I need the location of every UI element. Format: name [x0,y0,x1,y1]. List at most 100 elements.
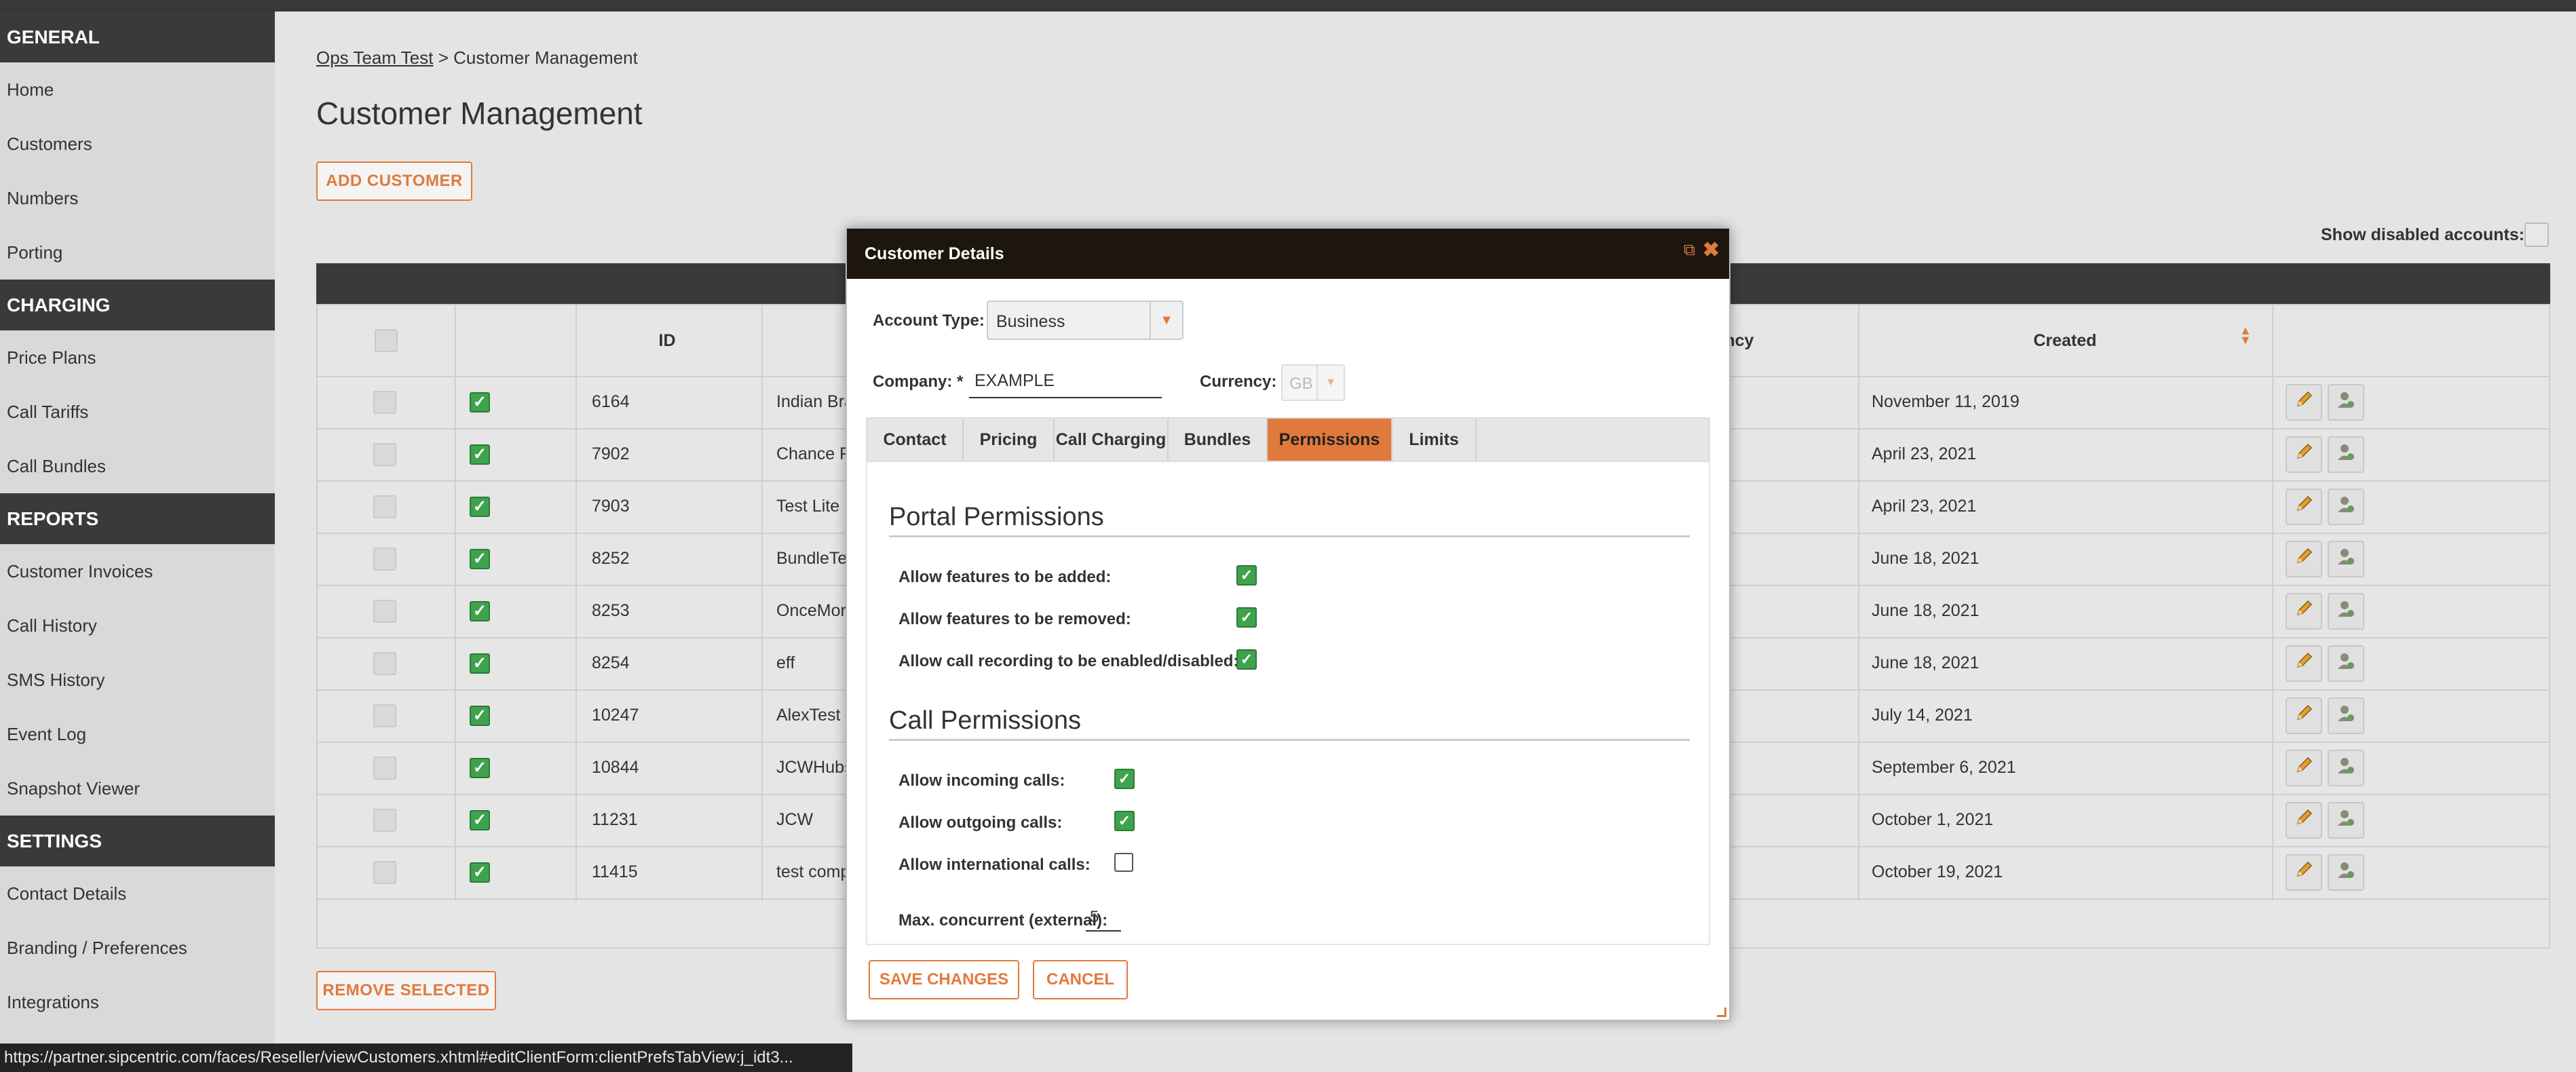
save-changes-button[interactable]: SAVE CHANGES [869,960,1019,999]
tab-bundles[interactable]: Bundles [1169,419,1268,461]
row-select-checkbox[interactable] [373,704,396,727]
user-icon [2336,703,2356,728]
breadcrumb-parent-link[interactable]: Ops Team Test [316,47,433,68]
edit-button[interactable] [2286,801,2322,839]
login-as-button[interactable] [2328,488,2364,525]
tab-limits[interactable]: Limits [1393,419,1477,461]
company-label: Company: * [873,372,964,391]
edit-button[interactable] [2286,383,2322,421]
sidebar-item-contact-details[interactable]: Contact Details [0,866,275,921]
row-id: 8254 [592,653,630,672]
sort-icon[interactable]: ▲ ▼ [2239,324,2252,346]
login-as-button[interactable] [2328,697,2364,734]
pencil-icon [2294,389,2314,415]
login-as-button[interactable] [2328,645,2364,682]
sidebar-item-event-log[interactable]: Event Log [0,707,275,761]
row-select-checkbox[interactable] [373,442,396,466]
breadcrumb-separator: > [438,47,449,68]
perm-international-calls-checkbox[interactable] [1114,853,1133,872]
column-header-id[interactable]: ID [575,305,759,376]
sidebar-item-branding[interactable]: Branding / Preferences [0,921,275,975]
login-as-button[interactable] [2328,383,2364,421]
sidebar-section-general: GENERAL [0,12,275,62]
edit-button[interactable] [2286,854,2322,891]
dialog-title: Customer Details [847,229,1729,279]
sidebar-item-snapshot-viewer[interactable]: Snapshot Viewer [0,761,275,816]
login-as-button[interactable] [2328,436,2364,473]
edit-button[interactable] [2286,697,2322,734]
resize-handle[interactable] [1717,1008,1726,1017]
account-type-label: Account Type: [873,311,985,330]
sidebar-item-call-tariffs[interactable]: Call Tariffs [0,385,275,439]
remove-selected-button[interactable]: REMOVE SELECTED [316,971,496,1010]
popout-icon[interactable]: ⧉ [1684,241,1695,260]
cancel-button[interactable]: CANCEL [1033,960,1128,999]
user-icon [2336,598,2356,624]
user-icon [2336,860,2356,885]
perm-outgoing-calls-checkbox[interactable]: ✓ [1114,811,1135,831]
row-select-checkbox[interactable] [373,390,396,414]
row-select-checkbox[interactable] [373,808,396,832]
row-select-checkbox[interactable] [373,756,396,780]
row-select-cell [373,428,396,480]
edit-button[interactable] [2286,592,2322,630]
row-select-checkbox[interactable] [373,495,396,518]
login-as-button[interactable] [2328,592,2364,630]
show-disabled-checkbox[interactable] [2524,223,2549,247]
select-all-checkbox[interactable] [375,329,398,352]
edit-button[interactable] [2286,436,2322,473]
user-icon [2336,807,2356,832]
select-all-header [318,305,455,376]
account-type-select[interactable]: Business ▼ [987,301,1183,340]
sidebar-section-settings: SETTINGS [0,816,275,866]
max-concurrent-input[interactable] [1086,904,1121,932]
login-as-button[interactable] [2328,854,2364,891]
row-select-checkbox[interactable] [373,599,396,623]
perm-features-removed-checkbox[interactable]: ✓ [1236,607,1257,628]
edit-button[interactable] [2286,540,2322,577]
login-as-button[interactable] [2328,749,2364,786]
enabled-check-icon: ✓ [470,548,490,569]
sidebar-item-integrations[interactable]: Integrations [0,975,275,1029]
tab-call-charging[interactable]: Call Charging [1055,419,1169,461]
created-header-label: Created [2033,330,2097,350]
row-select-checkbox[interactable] [373,651,396,675]
perm-features-added-checkbox[interactable]: ✓ [1236,565,1257,586]
row-select-checkbox[interactable] [373,860,396,884]
sidebar-item-porting[interactable]: Porting [0,225,275,280]
login-as-button[interactable] [2328,801,2364,839]
row-id: 8252 [592,549,630,568]
company-input[interactable] [969,364,1162,398]
sidebar-item-price-plans[interactable]: Price Plans [0,330,275,385]
pencil-icon [2294,598,2314,624]
sidebar-item-customers[interactable]: Customers [0,117,275,171]
sidebar-item-call-bundles[interactable]: Call Bundles [0,439,275,493]
sidebar-item-sms-history[interactable]: SMS History [0,653,275,707]
perm-call-recording-checkbox[interactable]: ✓ [1236,649,1257,670]
row-enabled-cell: ✓ [470,533,490,585]
sidebar-item-numbers[interactable]: Numbers [0,171,275,225]
user-icon [2336,442,2356,467]
sidebar-item-home[interactable]: Home [0,62,275,117]
edit-button[interactable] [2286,645,2322,682]
perm-incoming-calls-checkbox[interactable]: ✓ [1114,769,1135,789]
column-header-created[interactable]: Created [1858,305,2272,376]
currency-select[interactable]: GB ▼ [1281,364,1345,401]
login-as-button[interactable] [2328,540,2364,577]
close-icon[interactable]: ✖ [1703,238,1720,262]
enabled-check-icon: ✓ [470,391,490,413]
row-id: 11231 [592,810,638,829]
permissions-panel: Portal Permissions Allow features to be … [866,462,1710,945]
row-select-checkbox[interactable] [373,547,396,571]
row-actions [2286,480,2370,533]
currency-label: Currency: * [1200,372,1288,391]
tab-pricing[interactable]: Pricing [964,419,1055,461]
add-customer-button[interactable]: ADD CUSTOMER [316,161,472,201]
sidebar-item-customer-invoices[interactable]: Customer Invoices [0,544,275,598]
edit-button[interactable] [2286,749,2322,786]
edit-button[interactable] [2286,488,2322,525]
tab-permissions[interactable]: Permissions [1268,419,1393,461]
tab-contact[interactable]: Contact [867,419,964,461]
row-id: 10247 [592,706,639,725]
sidebar-item-call-history[interactable]: Call History [0,598,275,653]
